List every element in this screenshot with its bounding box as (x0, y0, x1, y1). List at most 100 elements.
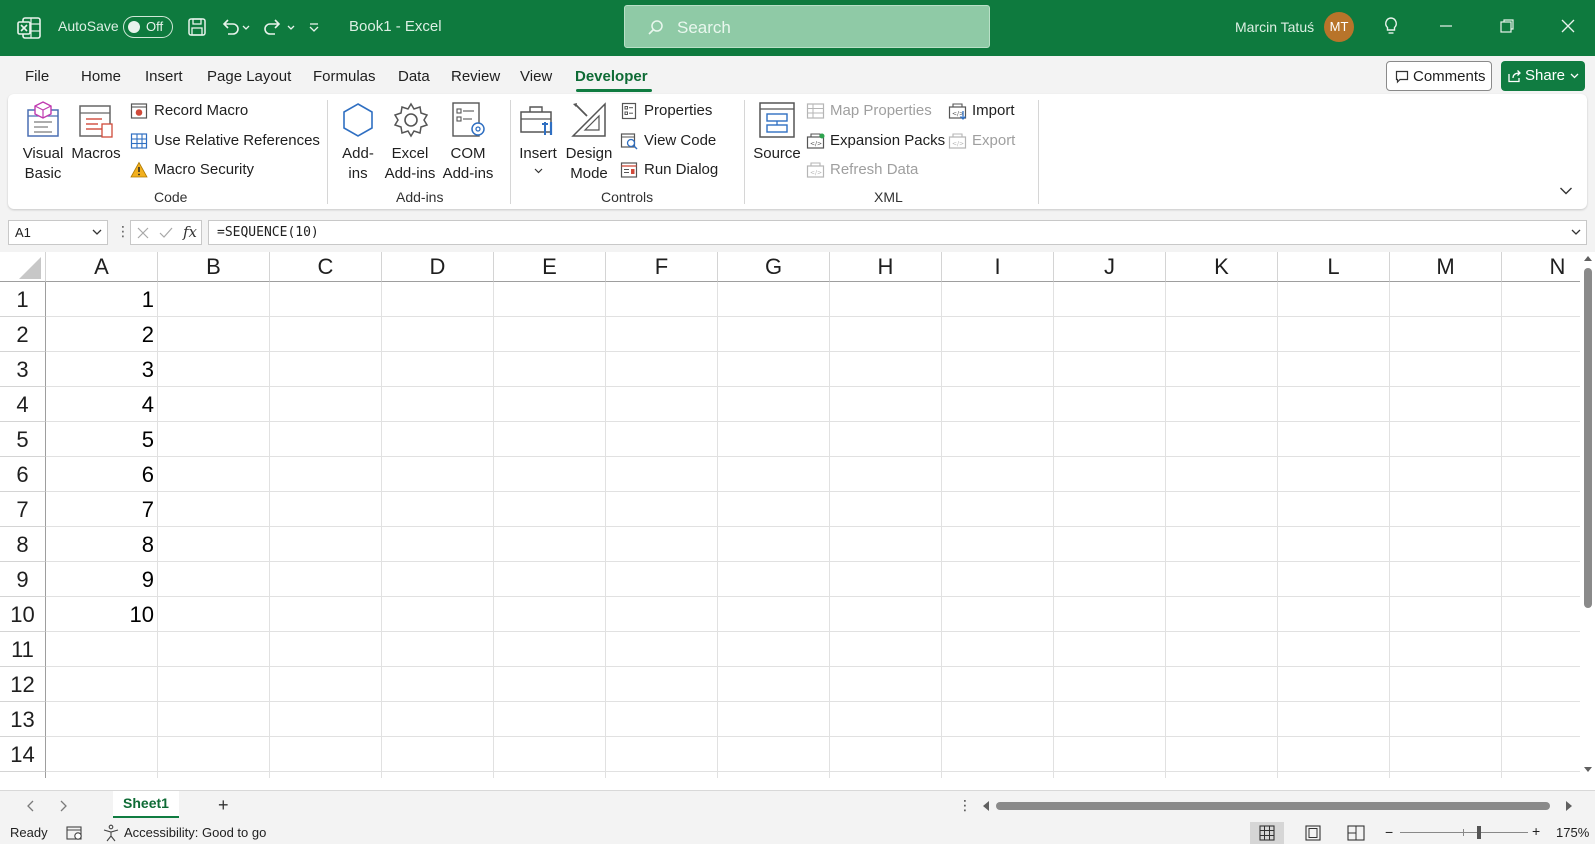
search-box[interactable]: Search (624, 5, 990, 48)
name-box[interactable]: A1 (8, 220, 108, 245)
column-header-g[interactable]: G (718, 252, 830, 282)
cell-a10[interactable]: 10 (46, 597, 158, 632)
scroll-down-icon[interactable] (1583, 766, 1593, 774)
undo-dropdown-icon[interactable] (241, 16, 251, 38)
vertical-scroll-thumb[interactable] (1584, 268, 1592, 608)
cell-a2[interactable]: 2 (46, 317, 158, 352)
column-header-d[interactable]: D (382, 252, 494, 282)
page-layout-view-icon[interactable] (1305, 825, 1321, 841)
tab-developer[interactable]: Developer (575, 68, 648, 85)
tab-formulas[interactable]: Formulas (313, 68, 376, 85)
column-header-k[interactable]: K (1166, 252, 1278, 282)
xml-import-button[interactable]: </> Import (948, 100, 1028, 124)
accessibility-status[interactable]: Accessibility: Good to go (124, 825, 266, 840)
accessibility-icon[interactable] (102, 824, 120, 842)
row-header-14[interactable]: 14 (0, 737, 46, 772)
row-header-13[interactable]: 13 (0, 702, 46, 737)
normal-view-button[interactable] (1250, 822, 1284, 844)
restore-icon[interactable] (1495, 14, 1519, 38)
save-icon[interactable] (186, 16, 208, 38)
cell-a4[interactable]: 4 (46, 387, 158, 422)
view-code-button[interactable]: View Code (620, 130, 730, 154)
tab-file[interactable]: File (25, 68, 49, 85)
refresh-data-button[interactable]: </> Refresh Data (806, 159, 946, 183)
cell-a3[interactable]: 3 (46, 352, 158, 387)
row-header-3[interactable]: 3 (0, 352, 46, 387)
undo-icon[interactable] (219, 16, 241, 38)
column-header-f[interactable]: F (606, 252, 718, 282)
cell-area[interactable] (46, 282, 1580, 778)
zoom-slider-track[interactable] (1400, 832, 1528, 833)
tab-data[interactable]: Data (398, 68, 430, 85)
use-relative-references-button[interactable]: Use Relative References (130, 130, 330, 154)
column-header-l[interactable]: L (1278, 252, 1390, 282)
row-header-15[interactable]: 15 (0, 772, 46, 778)
chevron-down-icon[interactable] (92, 229, 102, 236)
cell-a8[interactable]: 8 (46, 527, 158, 562)
enter-check-icon[interactable] (159, 227, 173, 239)
tab-insert[interactable]: Insert (145, 68, 183, 85)
minimize-icon[interactable] (1434, 14, 1458, 38)
next-sheet-icon[interactable] (58, 800, 68, 812)
column-header-c[interactable]: C (270, 252, 382, 282)
column-header-e[interactable]: E (494, 252, 606, 282)
row-header-9[interactable]: 9 (0, 562, 46, 597)
scroll-up-icon[interactable] (1583, 254, 1593, 262)
excel-logo-icon[interactable] (16, 15, 42, 41)
row-header-8[interactable]: 8 (0, 527, 46, 562)
zoom-level[interactable]: 175% (1556, 825, 1589, 840)
formula-input[interactable]: =SEQUENCE(10) (208, 220, 1587, 245)
new-sheet-button[interactable]: + (218, 795, 229, 816)
formula-bar-resize-handle[interactable]: ⋮ (116, 223, 130, 240)
column-header-i[interactable]: I (942, 252, 1054, 282)
share-button[interactable]: Share (1501, 61, 1585, 91)
row-header-2[interactable]: 2 (0, 317, 46, 352)
tab-home[interactable]: Home (81, 68, 121, 85)
collapse-ribbon-icon[interactable] (1559, 186, 1573, 196)
autosave-toggle[interactable]: Off (123, 16, 173, 38)
properties-button[interactable]: Properties (620, 100, 730, 124)
redo-icon[interactable] (262, 16, 284, 38)
row-header-7[interactable]: 7 (0, 492, 46, 527)
lightbulb-icon[interactable] (1379, 14, 1403, 38)
row-header-5[interactable]: 5 (0, 422, 46, 457)
expand-formula-bar-icon[interactable] (1571, 229, 1581, 236)
row-header-11[interactable]: 11 (0, 632, 46, 667)
cell-a9[interactable]: 9 (46, 562, 158, 597)
cancel-icon[interactable] (137, 227, 149, 239)
page-break-preview-icon[interactable] (1347, 825, 1365, 841)
scroll-right-icon[interactable] (1565, 800, 1573, 812)
close-icon[interactable] (1556, 14, 1580, 38)
column-header-m[interactable]: M (1390, 252, 1502, 282)
avatar[interactable]: MT (1324, 12, 1354, 42)
comments-button[interactable]: Comments (1386, 61, 1492, 91)
row-header-12[interactable]: 12 (0, 667, 46, 702)
sheet-tab-sheet1[interactable]: Sheet1 (113, 791, 179, 818)
macro-security-button[interactable]: Macro Security (130, 159, 330, 183)
expansion-packs-button[interactable]: </> Expansion Packs (806, 130, 946, 154)
run-dialog-button[interactable]: Run Dialog (620, 159, 730, 183)
cell-a7[interactable]: 7 (46, 492, 158, 527)
column-header-j[interactable]: J (1054, 252, 1166, 282)
tab-review[interactable]: Review (451, 68, 500, 85)
scroll-left-icon[interactable] (982, 800, 990, 812)
zoom-out-button[interactable]: − (1385, 824, 1393, 840)
row-header-1[interactable]: 1 (0, 282, 46, 317)
row-header-10[interactable]: 10 (0, 597, 46, 632)
row-header-6[interactable]: 6 (0, 457, 46, 492)
select-all-button[interactable] (0, 252, 46, 282)
zoom-in-button[interactable]: + (1532, 823, 1540, 839)
tab-view[interactable]: View (520, 68, 552, 85)
column-header-h[interactable]: H (830, 252, 942, 282)
insert-function-button[interactable]: fx (183, 223, 197, 241)
previous-sheet-icon[interactable] (26, 800, 36, 812)
column-header-b[interactable]: B (158, 252, 270, 282)
user-name[interactable]: Marcin Tatuś (1235, 19, 1314, 35)
cell-a6[interactable]: 6 (46, 457, 158, 492)
column-header-a[interactable]: A (46, 252, 158, 282)
cell-a1[interactable]: 1 (46, 282, 158, 317)
row-header-4[interactable]: 4 (0, 387, 46, 422)
horizontal-scroll-thumb[interactable] (996, 802, 1550, 810)
cell-a5[interactable]: 5 (46, 422, 158, 457)
column-header-n[interactable]: N (1502, 252, 1580, 282)
